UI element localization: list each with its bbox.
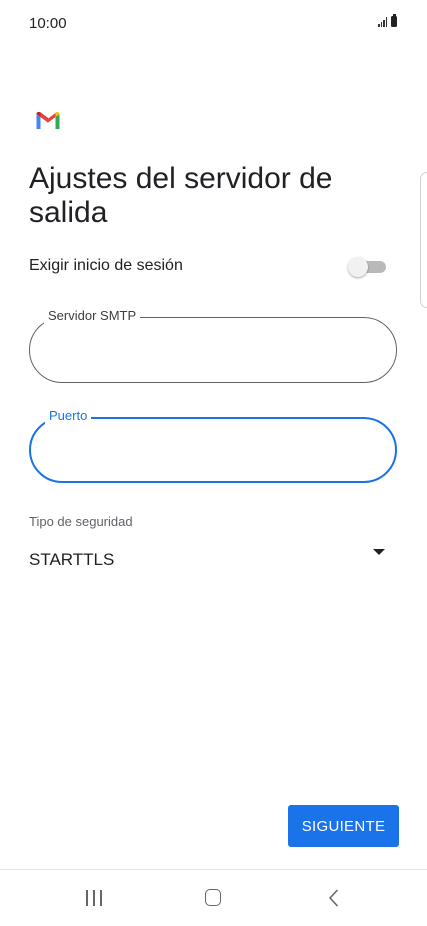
security-type-value: STARTTLS (29, 550, 115, 569)
require-login-toggle[interactable] (348, 257, 386, 277)
recent-apps-icon[interactable] (86, 890, 102, 906)
smtp-server-field[interactable]: Servidor SMTP (29, 308, 397, 383)
battery-icon (391, 14, 397, 27)
signal-icon (378, 17, 387, 27)
smtp-server-input[interactable] (50, 332, 374, 370)
port-input[interactable] (51, 433, 375, 471)
next-button[interactable]: SIGUIENTE (288, 805, 399, 847)
status-icons (378, 14, 397, 27)
dropdown-arrow-icon (373, 549, 385, 555)
port-label: Puerto (45, 408, 92, 424)
security-type-select[interactable]: STARTTLS (29, 544, 391, 574)
toggle-thumb (348, 257, 368, 277)
home-icon[interactable] (205, 889, 221, 906)
require-login-label: Exigir inicio de sesión (29, 257, 183, 274)
security-type-label: Tipo de seguridad (29, 514, 133, 529)
scroll-indicator (420, 172, 427, 308)
gmail-logo (36, 111, 60, 129)
back-icon[interactable] (327, 889, 341, 907)
port-field[interactable]: Puerto (29, 408, 397, 483)
status-bar: 10:00 (0, 0, 427, 46)
smtp-server-label: Servidor SMTP (44, 308, 141, 324)
status-time: 10:00 (29, 15, 67, 32)
navigation-bar (0, 870, 427, 926)
page-title: Ajustes del servidor de salida (29, 162, 333, 229)
